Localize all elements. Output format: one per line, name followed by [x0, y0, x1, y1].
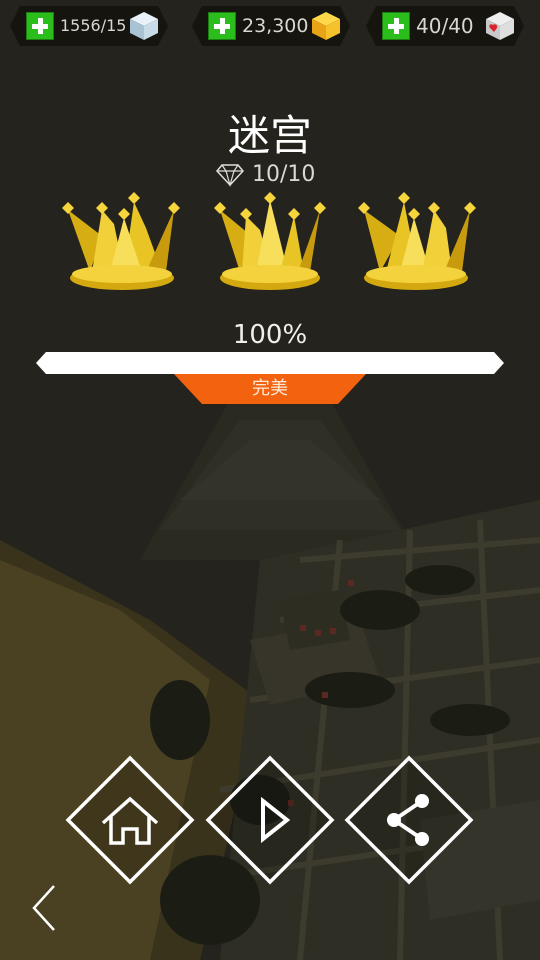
share-button[interactable] [344, 755, 474, 885]
gem-resource-pill: 23,300 [192, 6, 350, 46]
cube-resource-pill: 1556/15 [10, 6, 168, 46]
diamond-icon [216, 164, 244, 187]
level-gem-count: 10/10 [252, 162, 316, 187]
back-button[interactable] [24, 880, 64, 936]
rank-badge: 完美 [174, 374, 366, 404]
gem-count: 23,300 [242, 15, 309, 37]
gold-gem-icon [310, 10, 342, 42]
level-gem-counter: 10/10 [210, 160, 340, 190]
crown-icon [358, 192, 476, 290]
play-button[interactable] [205, 755, 335, 885]
add-lives-button[interactable] [382, 12, 410, 40]
progress-bar [36, 352, 504, 374]
crown-icon [214, 192, 326, 290]
home-button[interactable] [65, 755, 195, 885]
chevron-left-icon [32, 885, 55, 931]
lives-resource-pill: 40/40 [366, 6, 524, 46]
add-cubes-button[interactable] [26, 12, 54, 40]
add-gems-button[interactable] [208, 12, 236, 40]
crown-icon [62, 192, 180, 290]
heart-cube-icon [484, 10, 516, 42]
progress-percent: 100% [232, 320, 308, 350]
lives-count: 40/40 [416, 14, 474, 38]
level-title: 迷宫 [227, 111, 312, 160]
ice-cube-icon [128, 10, 160, 42]
rank-label: 完美 [252, 378, 288, 399]
progress-bar-fill [36, 352, 504, 374]
cube-count: 1556/15 [60, 16, 127, 35]
